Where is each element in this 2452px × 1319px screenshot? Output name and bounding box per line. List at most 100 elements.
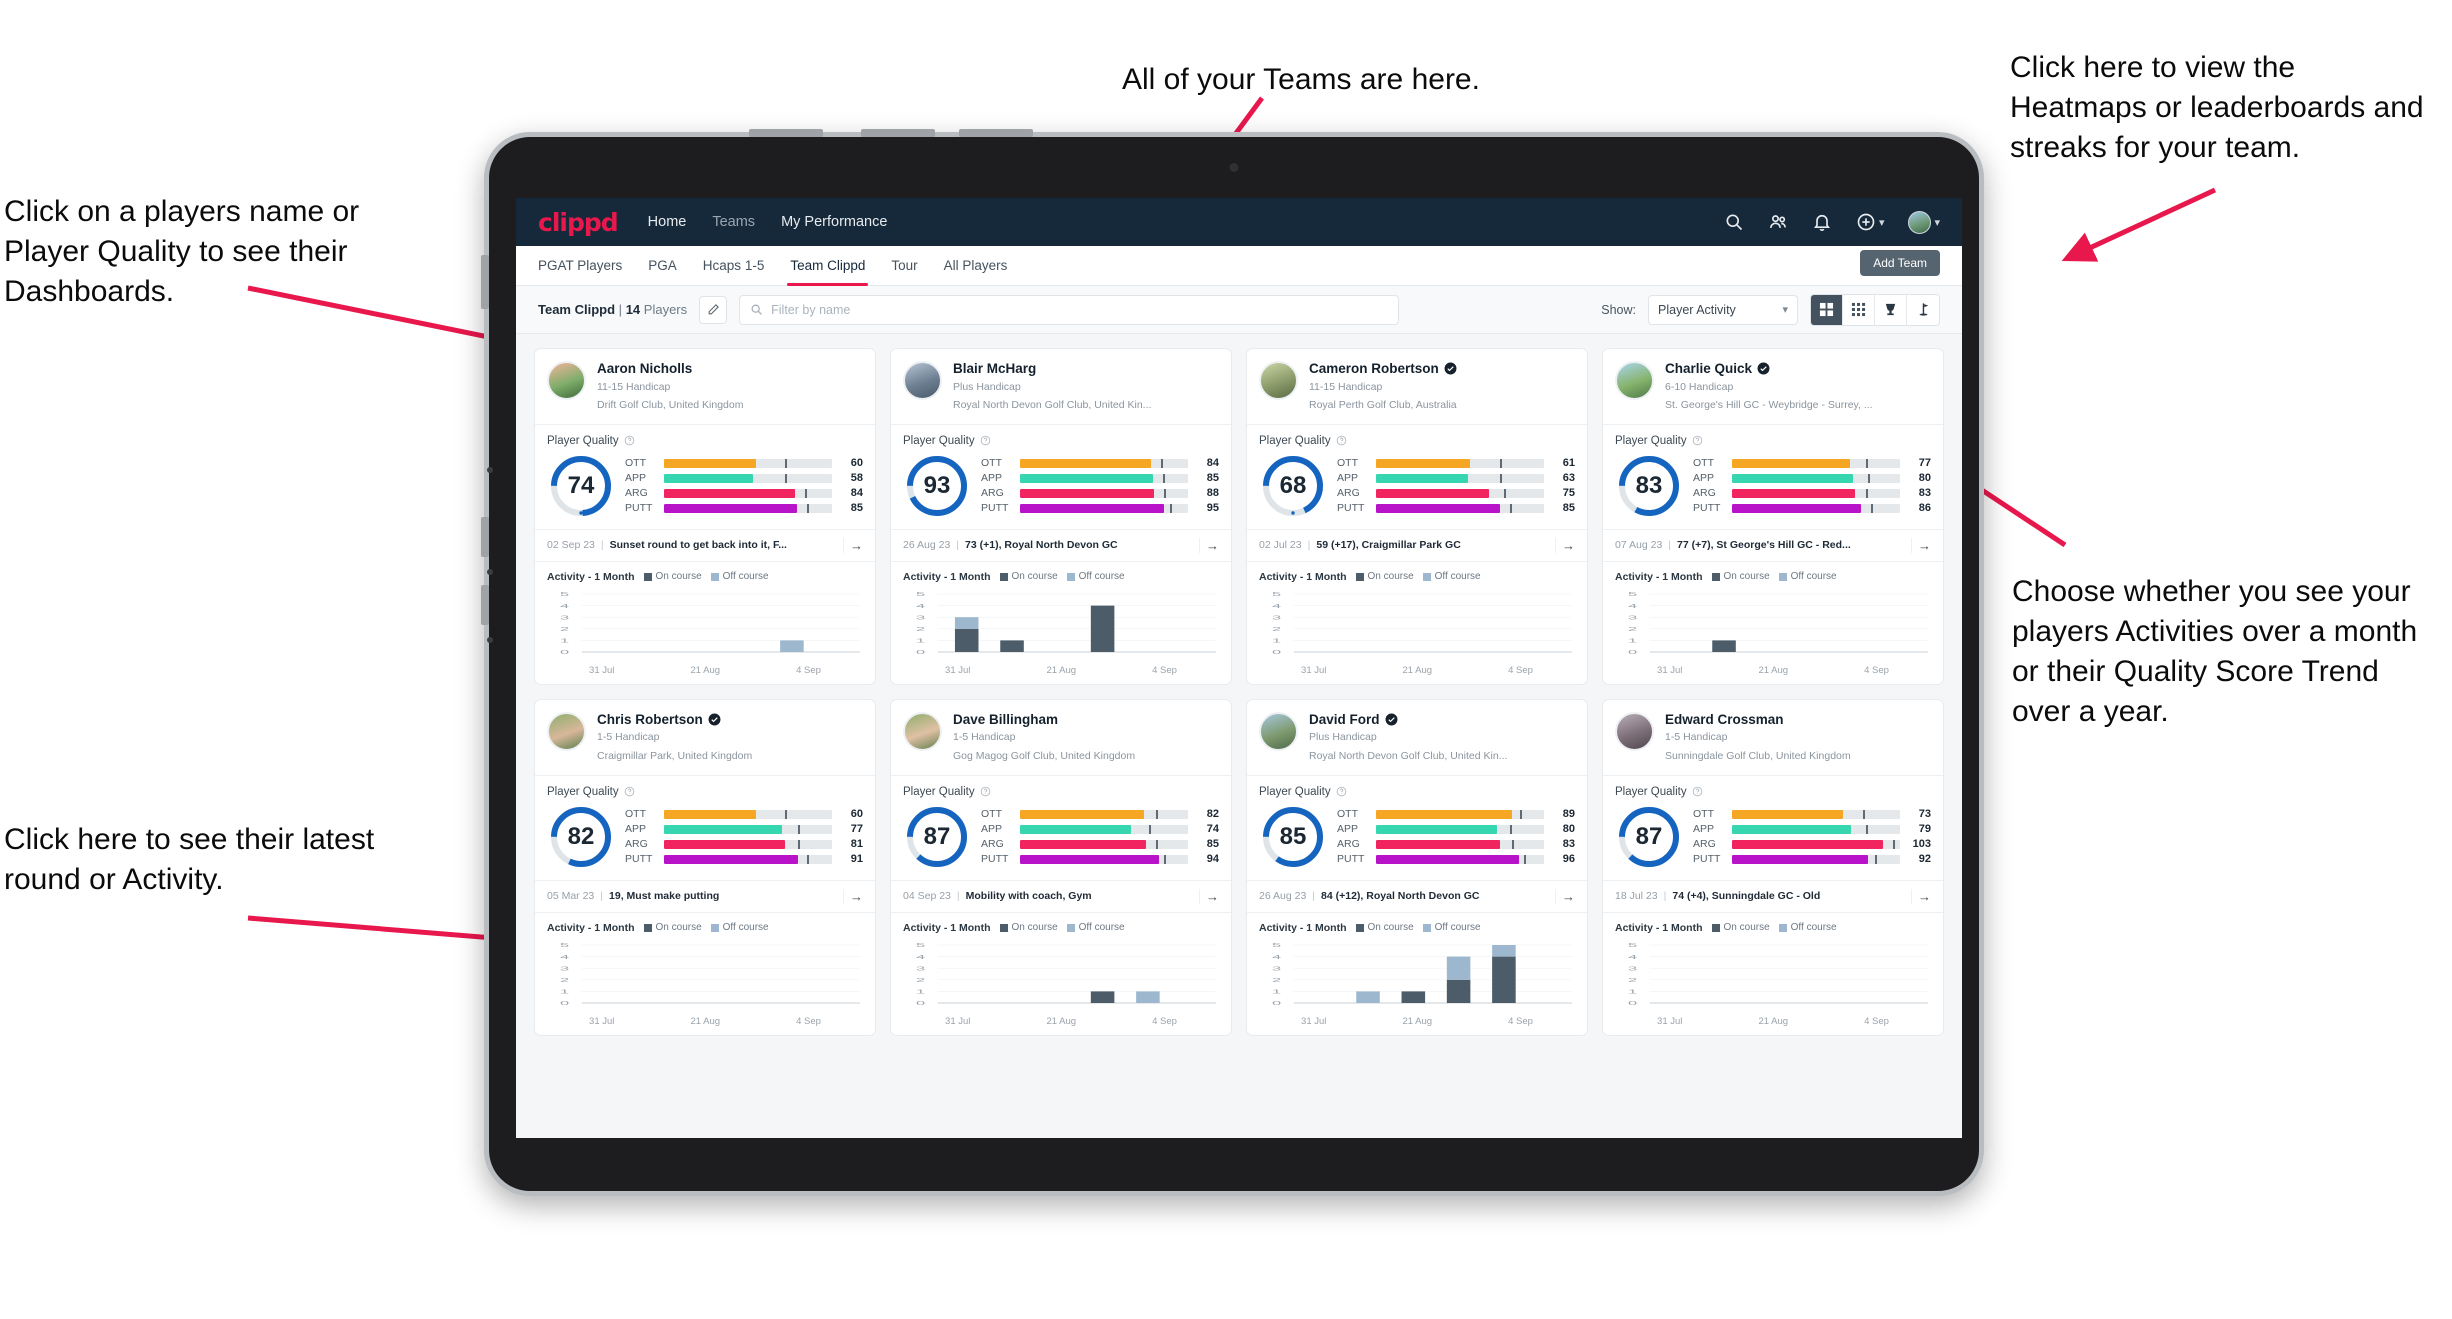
- nav-item-home[interactable]: Home: [648, 214, 687, 230]
- player-name[interactable]: Cameron Robertson: [1309, 361, 1457, 377]
- player-card-header[interactable]: Blair McHarg Plus Handicap Royal North D…: [891, 349, 1231, 425]
- latest-arrow-icon[interactable]: →: [1911, 537, 1931, 553]
- player-card-header[interactable]: Cameron Robertson 11-15 Handicap Royal P…: [1247, 349, 1587, 425]
- app-header: clippd Home Teams My Performance ▾ ▾: [516, 198, 1962, 246]
- player-card[interactable]: Charlie Quick 6-10 Handicap St. George's…: [1602, 348, 1944, 685]
- search-input[interactable]: Filter by name: [739, 294, 1400, 325]
- player-avatar[interactable]: [1615, 361, 1654, 400]
- tab-team-clippd[interactable]: Team Clippd: [787, 246, 869, 286]
- player-card-header[interactable]: Chris Robertson 1-5 Handicap Craigmillar…: [535, 700, 875, 776]
- nav-item-teams[interactable]: Teams: [712, 214, 755, 230]
- help-icon[interactable]: [980, 435, 991, 446]
- latest-arrow-icon[interactable]: →: [843, 888, 863, 904]
- latest-arrow-icon[interactable]: →: [1199, 537, 1219, 553]
- skill-label: OTT: [981, 808, 1002, 821]
- clippd-logo[interactable]: clippd: [538, 208, 619, 237]
- latest-round-row[interactable]: 07 Aug 23 | 77 (+7), St George's Hill GC…: [1603, 530, 1943, 562]
- tab-all-players[interactable]: All Players: [944, 246, 1008, 286]
- skill-label: PUTT: [625, 502, 653, 515]
- player-quality-section[interactable]: Player Quality 93 OTT 84 APP 85 ARG 88 P…: [891, 425, 1231, 530]
- skill-label: OTT: [1693, 808, 1714, 821]
- player-card-header[interactable]: David Ford Plus Handicap Royal North Dev…: [1247, 700, 1587, 776]
- activity-chart-svg: 0 1 2 3 4 5: [1628, 942, 1931, 1006]
- add-team-button[interactable]: Add Team: [1860, 250, 1940, 276]
- player-card[interactable]: Cameron Robertson 11-15 Handicap Royal P…: [1246, 348, 1588, 685]
- help-icon[interactable]: [624, 435, 635, 446]
- tab-pga[interactable]: PGA: [648, 246, 677, 286]
- latest-round-row[interactable]: 04 Sep 23 | Mobility with coach, Gym →: [891, 881, 1231, 913]
- player-avatar[interactable]: [1615, 711, 1654, 751]
- add-menu[interactable]: ▾: [1856, 212, 1884, 232]
- latest-round-row[interactable]: 18 Jul 23 | 74 (+4), Sunningdale GC - Ol…: [1603, 881, 1943, 913]
- player-quality-section[interactable]: Player Quality 83 OTT 77 APP 80 ARG 83 P…: [1603, 425, 1943, 530]
- show-select[interactable]: Player Activity ▾: [1648, 294, 1798, 325]
- separator: |: [1307, 539, 1311, 552]
- player-quality-section[interactable]: Player Quality 74 OTT 60 APP 58 ARG 84 P…: [535, 425, 875, 530]
- player-card[interactable]: Aaron Nicholls 11-15 Handicap Drift Golf…: [534, 348, 876, 685]
- player-name[interactable]: Chris Robertson: [597, 712, 752, 728]
- latest-arrow-icon[interactable]: →: [1555, 537, 1575, 553]
- separator: |: [1663, 890, 1667, 903]
- latest-arrow-icon[interactable]: →: [1199, 888, 1219, 904]
- player-card-header[interactable]: Aaron Nicholls 11-15 Handicap Drift Golf…: [535, 349, 875, 425]
- help-icon[interactable]: [1336, 435, 1347, 446]
- bell-icon[interactable]: [1812, 212, 1832, 232]
- latest-round-row[interactable]: 02 Sep 23 | Sunset round to get back int…: [535, 530, 875, 562]
- view-grid-large-button[interactable]: [1811, 294, 1843, 325]
- help-icon[interactable]: [624, 786, 635, 797]
- tab-tour[interactable]: Tour: [891, 246, 917, 286]
- plus-circle-icon[interactable]: [1856, 212, 1876, 232]
- player-quality-section[interactable]: Player Quality 82 OTT 60 APP 77 ARG 81 P…: [535, 776, 875, 881]
- player-avatar[interactable]: [1259, 361, 1298, 400]
- view-grid-small-button[interactable]: [1843, 294, 1875, 325]
- avatar[interactable]: [1908, 210, 1932, 234]
- latest-arrow-icon[interactable]: →: [1555, 888, 1575, 904]
- player-name[interactable]: Aaron Nicholls: [597, 361, 743, 377]
- player-card[interactable]: Edward Crossman 1-5 Handicap Sunningdale…: [1602, 698, 1944, 1036]
- tab-pgat-players[interactable]: PGAT Players: [538, 246, 622, 286]
- player-name[interactable]: Edward Crossman: [1665, 712, 1851, 728]
- player-card[interactable]: David Ford Plus Handicap Royal North Dev…: [1246, 698, 1588, 1036]
- x-axis-label: 4 Sep: [1152, 1015, 1177, 1027]
- player-card-header[interactable]: Charlie Quick 6-10 Handicap St. George's…: [1603, 349, 1943, 425]
- player-card[interactable]: Chris Robertson 1-5 Handicap Craigmillar…: [534, 698, 876, 1036]
- help-icon[interactable]: [1692, 435, 1703, 446]
- verified-icon: [1385, 713, 1397, 726]
- player-card[interactable]: Dave Billingham 1-5 Handicap Gog Magog G…: [890, 698, 1232, 1036]
- latest-round-row[interactable]: 02 Jul 23 | 59 (+17), Craigmillar Park G…: [1247, 530, 1587, 562]
- player-name[interactable]: David Ford: [1309, 712, 1507, 728]
- player-quality-section[interactable]: Player Quality 87 OTT: [891, 776, 1231, 881]
- player-card-header[interactable]: Dave Billingham 1-5 Handicap Gog Magog G…: [891, 700, 1231, 776]
- player-avatar[interactable]: [903, 711, 942, 751]
- player-avatar[interactable]: [1259, 711, 1298, 751]
- view-course-button[interactable]: [1907, 295, 1939, 325]
- latest-arrow-icon[interactable]: →: [1911, 888, 1931, 904]
- edit-team-button[interactable]: [699, 295, 728, 324]
- svg-text:0: 0: [1628, 1000, 1637, 1006]
- skill-label: APP: [625, 823, 647, 836]
- latest-round-row[interactable]: 26 Aug 23 | 73 (+1), Royal North Devon G…: [891, 530, 1231, 562]
- user-menu[interactable]: ▾: [1908, 210, 1940, 234]
- player-quality-section[interactable]: Player Quality 85 OTT 89 APP 80 ARG 83 P…: [1247, 776, 1587, 881]
- help-icon[interactable]: [1692, 786, 1703, 797]
- player-avatar[interactable]: [547, 711, 586, 751]
- tab-hcaps-1-5[interactable]: Hcaps 1-5: [703, 246, 765, 286]
- player-quality-section[interactable]: Player Quality 68 OTT 61 APP 63 ARG 75 P…: [1247, 425, 1587, 530]
- player-quality-section[interactable]: Player Quality 87 OTT: [1603, 776, 1943, 881]
- player-name[interactable]: Blair McHarg: [953, 361, 1151, 377]
- view-leaderboard-button[interactable]: [1875, 294, 1907, 325]
- player-avatar[interactable]: [903, 361, 942, 400]
- help-icon[interactable]: [980, 786, 991, 797]
- player-name[interactable]: Dave Billingham: [953, 712, 1135, 728]
- player-card-header[interactable]: Edward Crossman 1-5 Handicap Sunningdale…: [1603, 700, 1943, 776]
- people-icon[interactable]: [1768, 212, 1788, 232]
- search-icon[interactable]: [1724, 212, 1744, 232]
- player-card[interactable]: Blair McHarg Plus Handicap Royal North D…: [890, 348, 1232, 685]
- help-icon[interactable]: [1336, 786, 1347, 797]
- latest-arrow-icon[interactable]: →: [843, 537, 863, 553]
- player-avatar[interactable]: [547, 361, 586, 400]
- latest-round-row[interactable]: 05 Mar 23 | 19, Must make putting →: [535, 881, 875, 913]
- latest-round-row[interactable]: 26 Aug 23 | 84 (+12), Royal North Devon …: [1247, 881, 1587, 913]
- nav-item-my-performance[interactable]: My Performance: [781, 214, 887, 230]
- player-name[interactable]: Charlie Quick: [1665, 361, 1873, 377]
